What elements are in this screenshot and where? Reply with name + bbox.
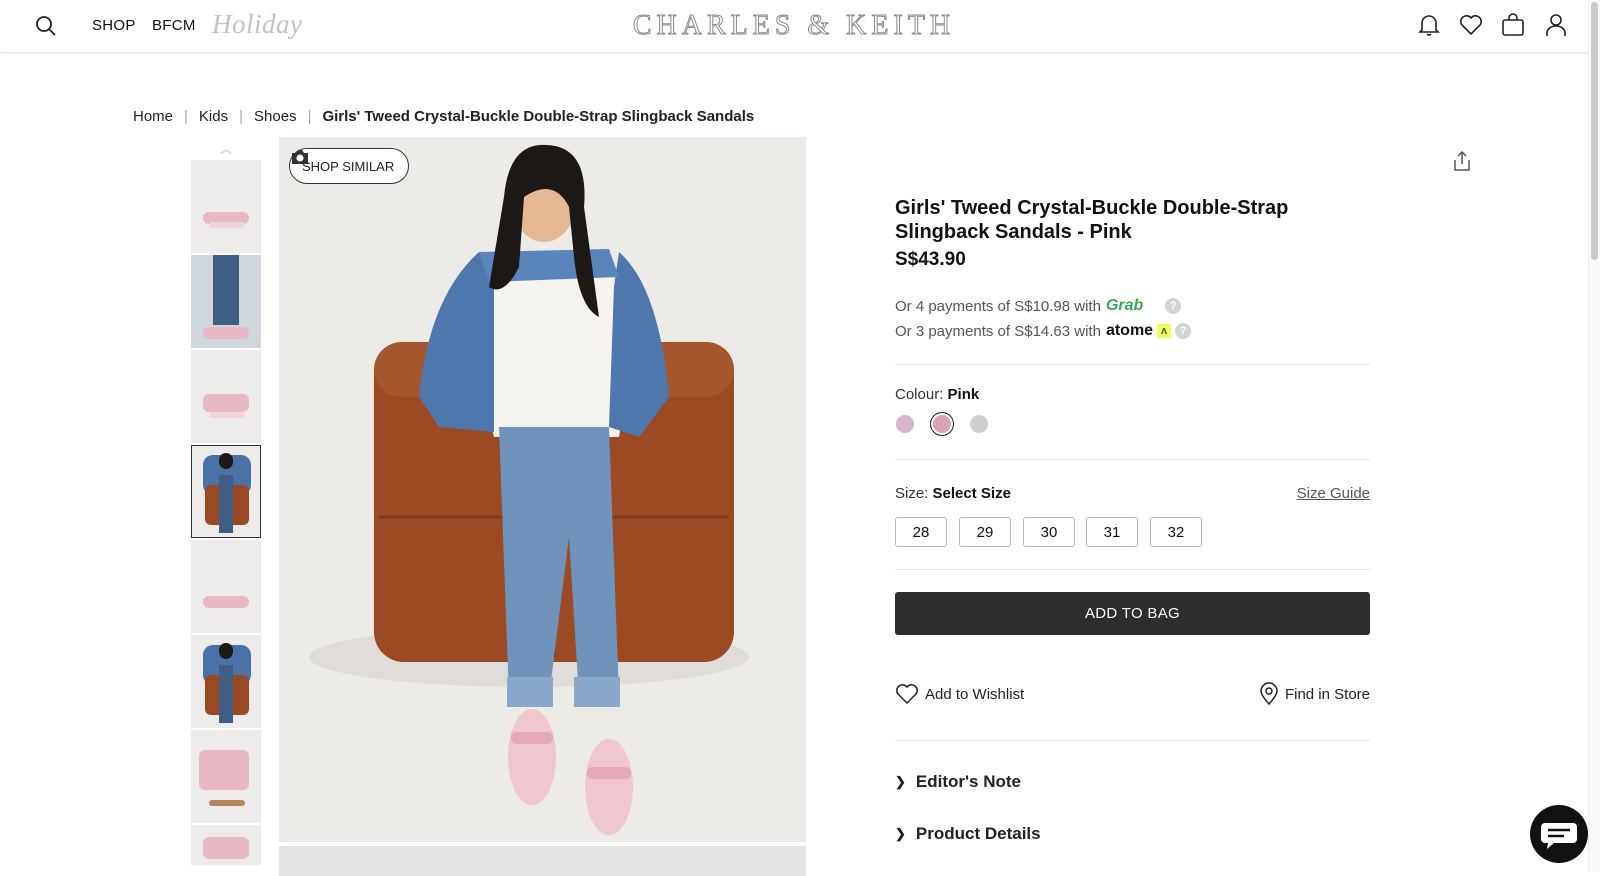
- divider: [895, 364, 1370, 365]
- product-title: Girls' Tweed Crystal-Buckle Double-Strap…: [895, 197, 1289, 243]
- breadcrumb-separator: |: [184, 108, 188, 125]
- heart-icon[interactable]: [1458, 12, 1484, 38]
- chevron-right-icon: ❯: [895, 774, 906, 789]
- atome-installments-text: Or 3 payments of S$14.63 with: [895, 322, 1101, 340]
- wishlist-label: Add to Wishlist: [925, 685, 1025, 703]
- thumbnail[interactable]: [191, 255, 261, 348]
- thumbnail-strip: ︿: [191, 140, 261, 867]
- camera-icon: [292, 150, 308, 164]
- size-option-29[interactable]: 29: [959, 517, 1011, 547]
- bag-icon[interactable]: [1500, 12, 1526, 38]
- breadcrumb-current: Girls' Tweed Crystal-Buckle Double-Strap…: [322, 108, 755, 125]
- colour-swatch-pink-tweed[interactable]: [933, 415, 951, 433]
- location-pin-icon: [1260, 682, 1278, 706]
- accordion-label: Editor's Note: [915, 772, 1022, 791]
- atome-mark-icon: ʌ: [1157, 324, 1172, 338]
- scrollbar-thumb[interactable]: [1591, 2, 1598, 260]
- grab-installments-text: Or 4 payments of S$10.98 with: [895, 297, 1101, 315]
- size-label-text: Size:: [895, 485, 929, 502]
- thumbnail[interactable]: [191, 350, 261, 443]
- shop-similar-button[interactable]: SHOP SIMILAR: [289, 148, 410, 184]
- colour-label-text: Colour:: [895, 386, 944, 403]
- find-in-store-button[interactable]: Find in Store: [1259, 682, 1370, 706]
- accordion-label: Product Details: [915, 824, 1041, 843]
- add-to-bag-button[interactable]: ADD TO BAG: [895, 592, 1370, 635]
- colour-value: Pink: [947, 386, 980, 403]
- divider: [895, 740, 1370, 741]
- share-icon[interactable]: [1452, 150, 1472, 172]
- size-option-30[interactable]: 30: [1023, 517, 1075, 547]
- heart-icon: [896, 684, 918, 705]
- user-icon[interactable]: [1543, 12, 1569, 38]
- thumbnail-selected[interactable]: [191, 445, 261, 538]
- thumbnail[interactable]: [191, 825, 261, 865]
- breadcrumb-shoes[interactable]: Shoes: [254, 108, 297, 125]
- colour-swatch-grey[interactable]: [970, 415, 988, 433]
- breadcrumb-home[interactable]: Home: [133, 108, 173, 125]
- thumbnail[interactable]: [191, 160, 261, 253]
- breadcrumb-kids[interactable]: Kids: [199, 108, 228, 125]
- colour-swatch-pink[interactable]: [896, 415, 914, 433]
- accordion-editors-note[interactable]: ❯ Editor's Note: [895, 772, 1021, 792]
- breadcrumb: Home | Kids | Shoes | Girls' Tweed Cryst…: [133, 108, 754, 125]
- product-photo: [279, 137, 806, 842]
- brand-logo[interactable]: CHARLES & KEITH: [0, 10, 1588, 42]
- thumbnail[interactable]: [191, 730, 261, 823]
- thumbnail[interactable]: [191, 540, 261, 633]
- accordion-product-details[interactable]: ❯ Product Details: [895, 824, 1041, 844]
- size-option-28[interactable]: 28: [895, 517, 947, 547]
- size-option-31[interactable]: 31: [1086, 517, 1138, 547]
- main-product-image[interactable]: SHOP SIMILAR: [279, 137, 806, 842]
- grab-help-icon[interactable]: ?: [1165, 298, 1182, 314]
- chat-icon: [1541, 823, 1577, 849]
- grab-installments: Or 4 payments of S$10.98 with Grab ?: [895, 297, 1182, 315]
- thumbnail[interactable]: [191, 635, 261, 728]
- size-label: Size: Select Size: [895, 485, 1011, 502]
- colour-label: Colour: Pink: [895, 386, 979, 403]
- breadcrumb-separator: |: [307, 108, 312, 125]
- size-guide-link[interactable]: Size Guide: [1297, 485, 1370, 502]
- bell-icon[interactable]: [1416, 12, 1442, 38]
- breadcrumb-separator: |: [239, 108, 244, 125]
- site-header: SHOP BFCM Holiday CHARLES & KEITH: [0, 0, 1588, 53]
- chevron-up-icon[interactable]: ︿: [191, 140, 261, 160]
- divider: [895, 459, 1370, 460]
- add-to-wishlist-button[interactable]: Add to Wishlist: [895, 683, 1024, 705]
- find-in-store-label: Find in Store: [1284, 685, 1370, 703]
- size-value: Select Size: [932, 485, 1011, 502]
- chat-button[interactable]: [1530, 805, 1588, 863]
- product-price: S$43.90: [895, 249, 966, 270]
- size-option-32[interactable]: 32: [1150, 517, 1202, 547]
- chevron-right-icon: ❯: [895, 826, 906, 841]
- atome-installments: Or 3 payments of S$14.63 with atome ʌ ?: [895, 322, 1192, 340]
- grab-logo: Grab: [1105, 297, 1144, 314]
- shop-similar-label: SHOP SIMILAR: [302, 158, 395, 174]
- atome-help-icon[interactable]: ?: [1175, 323, 1192, 339]
- divider: [895, 569, 1370, 570]
- atome-logo: atome: [1105, 322, 1154, 339]
